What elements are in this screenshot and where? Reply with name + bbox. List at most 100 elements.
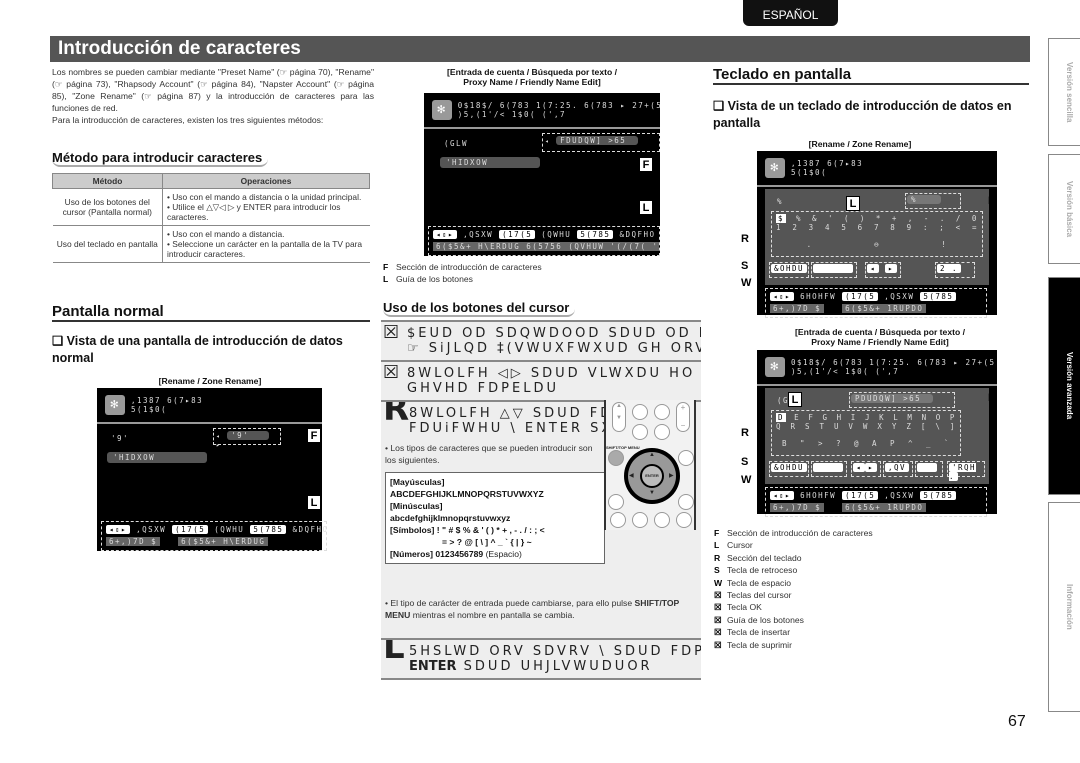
char-input-field[interactable]: PDUDQW] >65 [851, 394, 934, 403]
keyboard-key[interactable]: O [936, 413, 942, 422]
char-input-section[interactable]: ◂ FDUDQW] >65 [542, 133, 660, 152]
keyboard-key[interactable]: 3 [809, 223, 815, 232]
macro-button[interactable] [610, 512, 626, 528]
dpad[interactable]: ENTER ▲ ▼ ◀ ▶ [624, 448, 680, 504]
keyboard-key[interactable]: ⊖ [874, 240, 880, 249]
keyboard-key[interactable]: < [956, 223, 962, 232]
clear-key[interactable]: &OHDU [769, 262, 809, 278]
keyboard-key[interactable]: Q [776, 422, 782, 431]
keyboard-key[interactable]: = [972, 223, 978, 232]
keyboard-key[interactable]: P [890, 439, 896, 448]
keyboard-key[interactable]: T [819, 422, 825, 431]
side-tab-simple[interactable]: Versión sencilla [1048, 38, 1080, 146]
language-tab[interactable]: ESPAÑOL [743, 0, 838, 26]
cursor-keys[interactable]: ◂ ▸ [851, 461, 881, 477]
keyboard-key[interactable]: + [892, 214, 898, 223]
char-input-field[interactable]: FDUDQW] >65 [556, 136, 639, 145]
keyboard-key[interactable]: N [922, 413, 928, 422]
enter-button[interactable]: ENTER [640, 464, 664, 488]
side-tab-basic[interactable]: Versión básica [1048, 154, 1080, 264]
up-arrow-icon[interactable]: ▲ [649, 452, 655, 458]
keyboard-key[interactable]: . [940, 214, 946, 223]
keyboard-key[interactable]: - [924, 214, 930, 223]
keyboard-key[interactable]: 6 [858, 223, 864, 232]
keyboard-key[interactable]: X [877, 422, 883, 431]
char-input-field[interactable]: '9' [227, 431, 270, 440]
char-input-section[interactable]: % [905, 193, 961, 209]
keyboard-key[interactable]: ; [939, 223, 945, 232]
display-button[interactable] [632, 424, 648, 440]
keyboard-key[interactable]: ^ [908, 439, 914, 448]
ok-key[interactable]: 2 . [935, 262, 975, 278]
keyboard-key[interactable]: J [865, 413, 871, 422]
keyboard-key[interactable]: ` [944, 439, 950, 448]
keyboard-key[interactable]: 2 [792, 223, 798, 232]
keyboard-key[interactable]: ( [844, 214, 850, 223]
keyboard-key[interactable]: % [796, 214, 802, 223]
keyboard-key[interactable]: B [782, 439, 788, 448]
volume-rocker[interactable]: + − [676, 402, 690, 432]
remote-button[interactable] [632, 404, 648, 420]
remote-button[interactable] [654, 404, 670, 420]
search-info-button[interactable] [678, 450, 694, 466]
side-tab-advanced[interactable]: Versión avanzada [1048, 277, 1080, 495]
keyboard-key[interactable]: 1 [776, 223, 782, 232]
keyboard-key[interactable]: 5 [841, 223, 847, 232]
keyboard-key[interactable]: A [872, 439, 878, 448]
keyboard-key[interactable]: 4 [825, 223, 831, 232]
keyboard-key[interactable]: L [893, 413, 899, 422]
keyboard-key[interactable]: ! [941, 240, 947, 249]
keyboard-key[interactable]: D [776, 413, 787, 422]
side-tab-information[interactable]: Información [1048, 502, 1080, 712]
left-arrow-icon[interactable]: ◀ [629, 472, 634, 479]
keyboard-key[interactable]: P [950, 413, 956, 422]
channel-rocker[interactable]: ▲ ▼ [612, 402, 626, 432]
keyboard-key[interactable]: E [794, 413, 800, 422]
keyboard-key[interactable]: Y [892, 422, 898, 431]
keyboard-key[interactable]: W [863, 422, 869, 431]
char-input-section[interactable]: PDUDQW] >65 [849, 392, 955, 408]
char-input-field[interactable]: % [907, 195, 942, 204]
keyboard-key[interactable]: F [808, 413, 814, 422]
pause-button[interactable] [632, 512, 648, 528]
char-input-section[interactable]: ◂ '9' ▸ [213, 428, 281, 449]
right-arrow-icon[interactable]: ▶ [669, 472, 674, 479]
keyboard-key[interactable]: " [800, 439, 806, 448]
default-button[interactable]: 'HIDXOW [107, 452, 207, 463]
shift-top-menu-button[interactable] [608, 450, 624, 466]
return-button[interactable] [678, 494, 694, 510]
ok-key[interactable]: 'RQH . [947, 461, 985, 481]
insert-key[interactable]: ,QV [883, 461, 913, 477]
keyboard-key[interactable]: _ [926, 439, 932, 448]
keyboard-key[interactable]: M [907, 413, 913, 422]
delete-key[interactable] [915, 461, 943, 477]
keyboard-key[interactable]: G [822, 413, 828, 422]
keyboard-key[interactable]: > [818, 439, 824, 448]
keyboard-key[interactable]: * [876, 214, 882, 223]
keyboard-key[interactable]: & [812, 214, 818, 223]
keyboard-key[interactable]: S [805, 422, 811, 431]
down-arrow-icon[interactable]: ▼ [649, 490, 655, 496]
keyboard-key[interactable]: ) [860, 214, 866, 223]
keyboard-key[interactable]: ' [828, 214, 834, 223]
keyboard-key[interactable]: 7 [874, 223, 880, 232]
keyboard-key[interactable]: U [834, 422, 840, 431]
keyboard-key[interactable]: V [848, 422, 854, 431]
keyboard-key[interactable]: 0 [972, 214, 978, 223]
space-key[interactable] [811, 461, 847, 477]
stop-button[interactable] [676, 512, 692, 528]
keyboard-key[interactable]: ? [836, 439, 842, 448]
keyboard-key[interactable]: : [923, 223, 929, 232]
keyboard-key[interactable]: 8 [890, 223, 896, 232]
keyboard-key[interactable]: [ [921, 422, 927, 431]
play-button[interactable] [654, 512, 670, 528]
keyboard-key[interactable]: \ [935, 422, 941, 431]
keyboard-key[interactable]: $ [776, 214, 787, 223]
keyboard-key[interactable]: . [807, 240, 813, 249]
space-key[interactable] [811, 262, 857, 278]
keyboard-key[interactable]: K [879, 413, 885, 422]
keyboard-key[interactable]: I [851, 413, 857, 422]
keyboard-key[interactable]: , [908, 214, 914, 223]
menu-button[interactable] [608, 494, 624, 510]
surr-button[interactable] [654, 424, 670, 440]
